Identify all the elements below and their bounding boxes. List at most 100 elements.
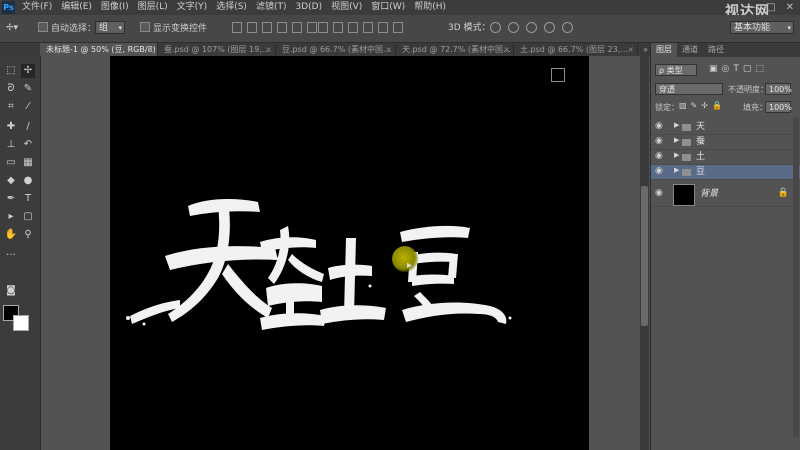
- tab-tian-psd[interactable]: 天.psd @ 72.7% (素材中国... ×: [396, 43, 514, 56]
- eyedropper-tool-icon[interactable]: ⁄: [21, 100, 35, 114]
- menu-window[interactable]: 窗口(W): [371, 0, 405, 15]
- eraser-tool-icon[interactable]: ▭: [4, 156, 18, 170]
- align-top-icon[interactable]: [232, 22, 242, 33]
- lock-icons[interactable]: ▧✎✢🔒: [679, 101, 726, 110]
- dodge-tool-icon[interactable]: ●: [21, 174, 35, 188]
- tab-dou-psd[interactable]: 豆.psd @ 66.7% (素材中国... ×: [276, 43, 396, 56]
- canvas-vertical-scrollbar[interactable]: [640, 56, 649, 450]
- tab-channels[interactable]: 通道: [677, 43, 703, 57]
- move-tool-icon[interactable]: ✢: [21, 64, 35, 78]
- layer-background[interactable]: ◉ 背景 🔒: [651, 182, 800, 207]
- brush-tool-icon[interactable]: ∕: [21, 120, 35, 134]
- show-transform-option[interactable]: 显示变换控件: [140, 22, 207, 36]
- layer-group-tian[interactable]: ◉ ▶ 天: [651, 120, 800, 135]
- close-button[interactable]: ✕: [786, 1, 794, 14]
- menu-layer[interactable]: 图层(L): [138, 0, 168, 15]
- 3d-roll-icon[interactable]: [508, 22, 519, 33]
- tab-layers[interactable]: 图层: [651, 43, 677, 57]
- pen-tool-icon[interactable]: ✒: [4, 192, 18, 206]
- distribute-bottom-icon[interactable]: [348, 22, 358, 33]
- align-bottom-icon[interactable]: [262, 22, 272, 33]
- align-left-icon[interactable]: [277, 22, 287, 33]
- menu-image[interactable]: 图像(I): [101, 0, 129, 15]
- marquee-tool-icon[interactable]: ⬚: [4, 64, 18, 78]
- close-icon[interactable]: ×: [385, 43, 392, 56]
- shape-tool-icon[interactable]: ▢: [21, 210, 35, 224]
- auto-select-checkbox[interactable]: [38, 22, 48, 32]
- layer-group-tu[interactable]: ◉ ▶ 土: [651, 150, 800, 165]
- distribute-vcenter-icon[interactable]: [333, 22, 343, 33]
- tab-tu-psd[interactable]: 土.psd @ 66.7% (图层 23,... ×: [514, 43, 638, 56]
- healing-brush-icon[interactable]: ✚: [4, 120, 18, 134]
- distribute-right-icon[interactable]: [393, 22, 403, 33]
- scrollbar-thumb[interactable]: [641, 186, 648, 326]
- menu-type[interactable]: 文字(Y): [177, 0, 208, 15]
- move-tool-preset-icon[interactable]: ✢▾: [6, 22, 18, 35]
- close-icon[interactable]: ×: [265, 43, 272, 56]
- crop-tool-icon[interactable]: ⌗: [4, 100, 18, 114]
- more-tools-icon[interactable]: …: [4, 246, 18, 260]
- close-icon[interactable]: ×: [503, 43, 510, 56]
- layer-filter-icons[interactable]: ▣◎T▢⬚: [709, 64, 768, 74]
- expand-triangle-icon[interactable]: ▶: [674, 166, 679, 174]
- layer-group-dou[interactable]: ◉ ▶ 豆: [651, 165, 800, 180]
- 3d-drag-icon[interactable]: [526, 22, 537, 33]
- clone-stamp-icon[interactable]: ⊥: [4, 138, 18, 152]
- show-transform-checkbox[interactable]: [140, 22, 150, 32]
- layer-filter-dropdown[interactable]: ρ 类型: [655, 64, 697, 76]
- quick-select-tool-icon[interactable]: ✎: [21, 82, 35, 96]
- visibility-eye-icon[interactable]: ◉: [655, 136, 663, 146]
- blur-tool-icon[interactable]: ◆: [4, 174, 18, 188]
- close-icon[interactable]: ×: [627, 43, 634, 56]
- tab-paths[interactable]: 路径: [703, 43, 729, 57]
- visibility-eye-icon[interactable]: ◉: [655, 151, 663, 161]
- distribute-top-icon[interactable]: [318, 22, 328, 33]
- menu-select[interactable]: 选择(S): [216, 0, 247, 15]
- opacity-input[interactable]: 100%: [765, 83, 792, 95]
- workspace-dropdown[interactable]: 基本功能 ▾: [730, 21, 794, 34]
- menu-view[interactable]: 视图(V): [331, 0, 362, 15]
- tab-can-psd[interactable]: 蚕.psd @ 107% (图层 19,... ×: [158, 43, 276, 56]
- hand-tool-icon[interactable]: ✋: [4, 228, 18, 242]
- history-brush-icon[interactable]: ↶: [21, 138, 35, 152]
- visibility-eye-icon[interactable]: ◉: [655, 188, 663, 198]
- menu-edit[interactable]: 编辑(E): [61, 0, 92, 15]
- expand-triangle-icon[interactable]: ▶: [674, 121, 679, 129]
- distribute-hcenter-icon[interactable]: [378, 22, 388, 33]
- align-hcenter-icon[interactable]: [292, 22, 302, 33]
- layer-group-can[interactable]: ◉ ▶ 蚕: [651, 135, 800, 150]
- 3d-rotate-icon[interactable]: [490, 22, 501, 33]
- distribute-left-icon[interactable]: [363, 22, 373, 33]
- background-color-swatch[interactable]: [13, 315, 29, 331]
- menu-3d[interactable]: 3D(D): [295, 0, 322, 15]
- layers-scrollbar[interactable]: [793, 117, 799, 437]
- expand-triangle-icon[interactable]: ▶: [674, 151, 679, 159]
- close-icon[interactable]: ×: [147, 43, 154, 56]
- blend-mode-dropdown[interactable]: 穿透: [655, 83, 723, 95]
- minimize-button[interactable]: –: [751, 1, 756, 14]
- zoom-tool-icon[interactable]: ⚲: [21, 228, 35, 242]
- lasso-tool-icon[interactable]: ᘐ: [4, 82, 18, 96]
- document-canvas[interactable]: ▸: [110, 56, 589, 450]
- auto-select-dropdown[interactable]: 组 ▾: [95, 21, 125, 34]
- align-right-icon[interactable]: [307, 22, 317, 33]
- visibility-eye-icon[interactable]: ◉: [655, 121, 663, 131]
- tab-untitled-1[interactable]: 未标题-1 @ 50% (豆, RGB/8) * ×: [40, 43, 158, 56]
- menu-file[interactable]: 文件(F): [22, 0, 52, 15]
- menu-help[interactable]: 帮助(H): [414, 0, 446, 15]
- 3d-scale-icon[interactable]: [562, 22, 573, 33]
- quick-mask-icon[interactable]: ◙: [4, 284, 18, 298]
- expand-triangle-icon[interactable]: ▶: [674, 136, 679, 144]
- maximize-button[interactable]: □: [766, 1, 775, 14]
- align-vcenter-icon[interactable]: [247, 22, 257, 33]
- path-select-icon[interactable]: ▸: [4, 210, 18, 224]
- auto-select-option[interactable]: 自动选择：: [38, 22, 96, 36]
- gradient-tool-icon[interactable]: ▦: [21, 156, 35, 170]
- tab-overflow-icon[interactable]: »: [643, 43, 648, 56]
- menu-filter[interactable]: 滤镜(T): [256, 0, 287, 15]
- 3d-slide-icon[interactable]: [544, 22, 555, 33]
- history-panel-icon[interactable]: [551, 68, 565, 82]
- visibility-eye-icon[interactable]: ◉: [655, 166, 663, 176]
- type-tool-icon[interactable]: T: [21, 192, 35, 206]
- fill-input[interactable]: 100%: [765, 101, 792, 113]
